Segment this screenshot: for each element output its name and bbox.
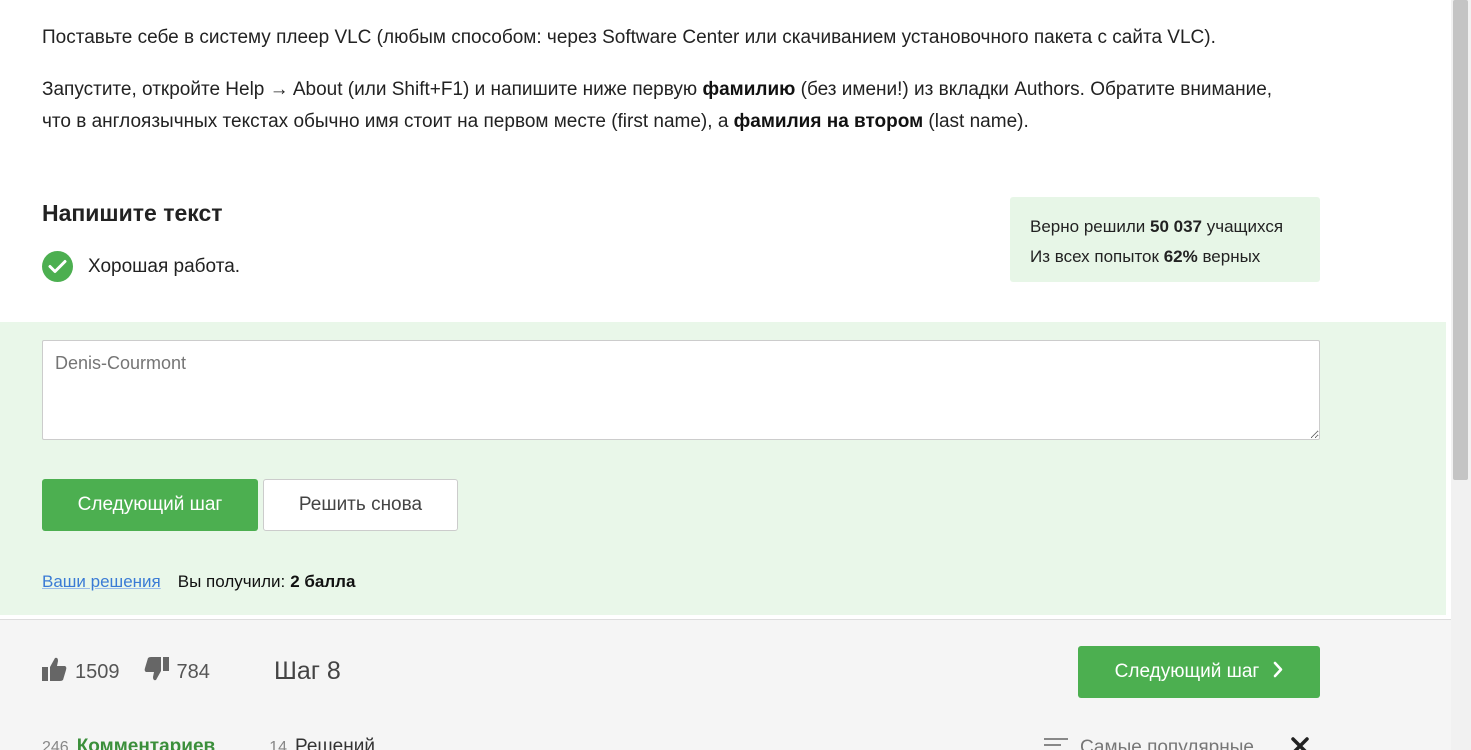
step-number: Шаг 8 [274,657,341,685]
attempts-suffix: верных [1197,247,1261,266]
attempts-line: Из всех попыток 62% верных [1030,242,1300,272]
solutions-count: 14 [269,739,288,750]
result-row: Ваши решения Вы получили: 2 балла [42,572,355,592]
task-paragraph-1: Поставьте себе в систему плеер VLC (любы… [42,27,1216,48]
attempts-prefix: Из всех попыток [1030,247,1164,266]
quiz-status: Хорошая работа. [42,251,240,282]
footer-next-step-label: Следующий шаг [1114,661,1260,682]
quiz-title: Напишите текст [42,200,223,226]
task-paragraph-2: Запустите, откройте Help → About (или Sh… [42,74,1302,138]
thumbs-up-icon[interactable] [42,656,67,688]
scrollbar-thumb[interactable] [1453,0,1468,480]
tab-comments[interactable]: 246 Комментариев [42,736,215,750]
check-circle-icon [42,251,73,282]
task-bold-surname: фамилию [702,79,796,100]
task-text-segment: Запустите, откройте Help → About (или Sh… [42,79,703,100]
chevron-right-icon [1273,661,1283,684]
solved-count: 50 037 [1150,217,1202,236]
reactions: 1509 784 [42,656,210,688]
close-icon[interactable] [1290,736,1310,750]
answer-section: Следующий шаг Решить снова Ваши решения … [0,322,1446,615]
likes-count: 1509 [75,660,120,683]
task-description: Поставьте себе в систему плеер VLC (любы… [42,22,1302,158]
score-label: Вы получили: [177,572,286,591]
score-value: 2 балла [290,572,356,591]
attempts-percent: 62% [1163,247,1198,266]
comments-tab-label: Комментариев [76,736,216,750]
tab-solutions[interactable]: 14 Решений [269,736,375,750]
solved-prefix: Верно решили [1030,217,1150,236]
sort-dropdown[interactable]: Самые популярные [1044,736,1254,750]
task-bold-surname-second: фамилия на втором [733,111,924,132]
comments-count: 246 [42,739,69,750]
solve-stats: Верно решили 50 037 учащихся Из всех поп… [1010,197,1320,282]
footer-next-step-button[interactable]: Следующий шаг [1078,646,1320,698]
status-message: Хорошая работа. [88,255,241,277]
solutions-tab-label: Решений [295,736,375,750]
sort-label: Самые популярные [1080,737,1254,750]
next-step-button[interactable]: Следующий шаг [42,479,258,531]
step-footer: 1509 784 Шаг 8 Следующий шаг 246 Коммента… [0,620,1451,750]
task-text-segment: (last name). [923,111,1029,132]
your-solutions-link[interactable]: Ваши решения [42,572,161,592]
solved-count-line: Верно решили 50 037 учащихся [1030,212,1300,242]
sort-icon [1044,736,1068,750]
discussion-tabs: 246 Комментариев 14 Решений [42,736,375,750]
step-page: Поставьте себе в систему плеер VLC (любы… [0,0,1451,750]
dislikes-count: 784 [176,660,210,683]
answer-text-field[interactable] [42,340,1320,440]
retry-button[interactable]: Решить снова [263,479,458,531]
thumbs-down-icon[interactable] [144,656,169,688]
solved-suffix: учащихся [1202,217,1284,236]
